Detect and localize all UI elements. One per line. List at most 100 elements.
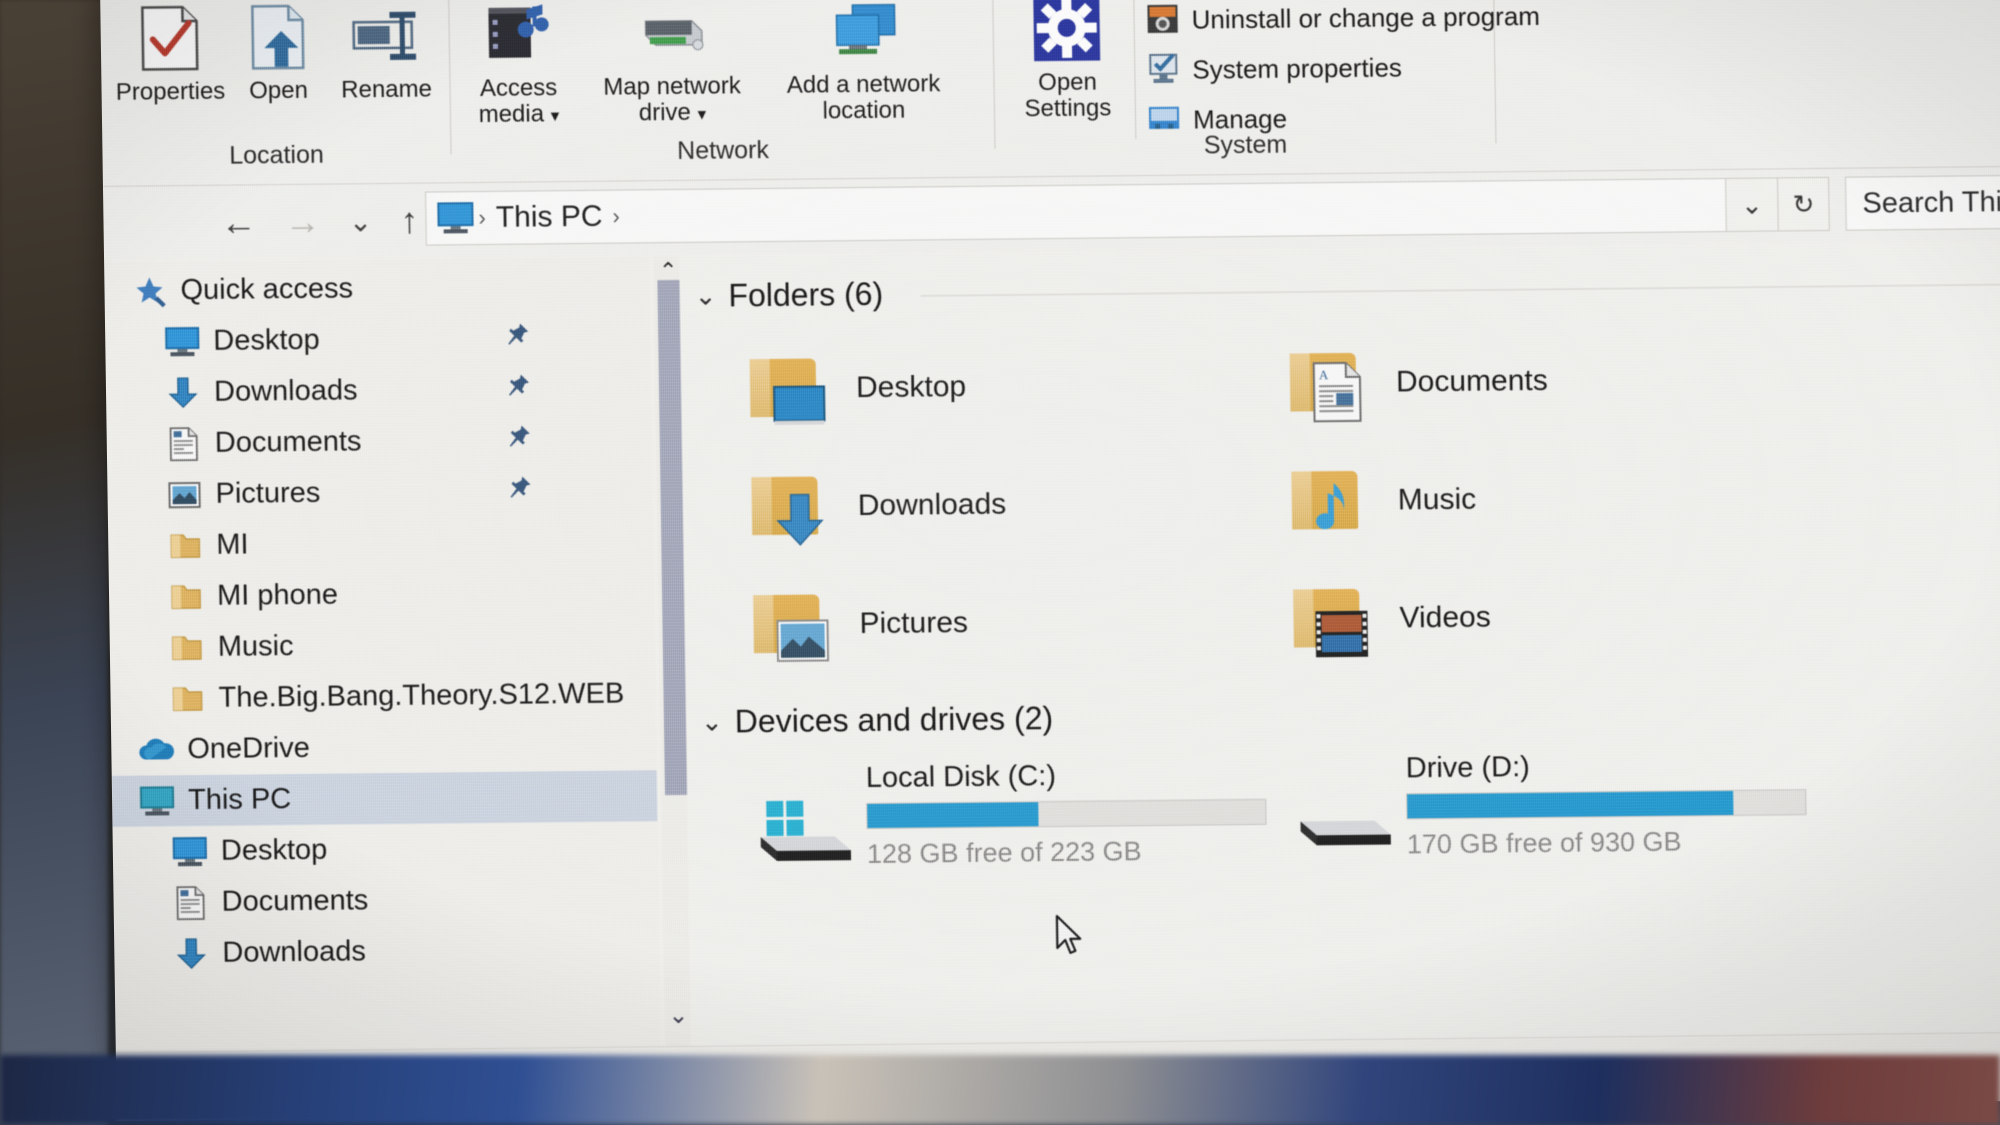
sidebar-item-label: MI — [216, 528, 249, 561]
open-settings-button-label-1: Open — [1037, 68, 1098, 97]
system-properties-icon — [1146, 51, 1181, 90]
folder-icon — [168, 628, 207, 666]
this-pc-icon — [436, 201, 475, 235]
folder-tile-pictures-label: Pictures — [859, 605, 969, 641]
uninstall-program-label: Uninstall or change a program — [1191, 0, 1541, 35]
drive-c-name: Local Disk (C:) — [865, 760, 1057, 795]
add-network-location-icon — [767, 0, 958, 69]
scroll-down-button[interactable]: ⌄ — [663, 1000, 693, 1030]
rename-button[interactable]: Rename — [330, 0, 442, 103]
breadcrumb-item-this-pc[interactable]: This PC — [496, 200, 603, 235]
pin-icon[interactable] — [506, 424, 532, 457]
breadcrumb-separator-0: › — [478, 204, 486, 231]
sidebar-item-desktop[interactable]: Desktop — [112, 821, 658, 878]
sidebar-item-pictures[interactable]: Pictures — [107, 464, 653, 521]
sidebar-item-quick-access[interactable]: Quick access — [104, 260, 650, 317]
drive-c-usage-bar — [866, 798, 1267, 830]
rename-icon — [330, 0, 441, 74]
breadcrumb[interactable]: › This PC › — [425, 177, 1806, 246]
drive-d-free-text: 170 GB free of 930 GB — [1406, 826, 1682, 860]
map-network-drive-button-label-1: Map network — [603, 72, 741, 101]
access-media-button[interactable]: Access media ▾ — [457, 0, 579, 128]
refresh-button[interactable]: ↻ — [1777, 176, 1830, 232]
sidebar-item-documents[interactable]: Documents — [106, 413, 652, 470]
open-settings-button[interactable]: Open Settings — [1007, 0, 1127, 122]
folder-tile-downloads[interactable]: Downloads — [743, 461, 1007, 552]
ribbon-separator-system-inner — [1133, 0, 1137, 140]
folder-tile-music-label: Music — [1397, 482, 1477, 517]
properties-icon — [114, 1, 225, 76]
drive-tile-drive-d[interactable]: Drive (D:) 170 GB free of 930 GB — [1288, 748, 1808, 861]
devices-collapse-icon[interactable]: ⌄ — [701, 707, 723, 738]
sidebar-item-downloads[interactable]: Downloads — [114, 923, 660, 980]
folder-pictures-icon — [745, 580, 834, 669]
folder-tile-documents-label: Documents — [1395, 363, 1548, 399]
address-dropdown-button[interactable]: ⌄ — [1725, 177, 1778, 232]
open-settings-button-label-2: Settings — [1024, 94, 1112, 123]
pin-icon[interactable] — [505, 373, 531, 406]
search-input[interactable]: Search This PC — [1845, 173, 2000, 231]
access-media-icon — [457, 0, 578, 72]
sidebar-item-the-big-bang-theory-s12-web[interactable]: The.Big.Bang.Theory.S12.WEB — [110, 668, 656, 725]
section-header-folders[interactable]: ⌄ Folders (6) — [694, 276, 883, 315]
navigation-pane: Quick access Desktop Downloads Documents Pic… — [104, 256, 661, 1052]
folders-collapse-icon[interactable]: ⌄ — [694, 281, 716, 312]
folder-tile-desktop-label: Desktop — [855, 369, 967, 405]
ribbon: Properties Open Rename Location Access m… — [100, 0, 2000, 187]
pin-icon[interactable] — [506, 474, 532, 507]
properties-button[interactable]: Properties — [114, 1, 226, 106]
sidebar-item-mi[interactable]: MI — [108, 515, 654, 572]
system-properties-menu-item[interactable]: System properties — [1146, 48, 1402, 90]
system-properties-label: System properties — [1192, 52, 1403, 85]
folder-music-icon — [1283, 457, 1372, 546]
ribbon-group-network-label: Network — [676, 136, 770, 165]
sidebar-item-label: Music — [217, 630, 294, 663]
breadcrumb-separator-1[interactable]: › — [612, 204, 620, 230]
downloads-icon — [172, 934, 211, 972]
ribbon-group-location: Properties Open Rename Location — [100, 0, 451, 186]
sidebar-item-label: MI phone — [216, 578, 339, 612]
folder-documents-icon: A — [1281, 339, 1370, 428]
section-header-devices[interactable]: ⌄ Devices and drives (2) — [701, 700, 1054, 741]
folder-tile-documents[interactable]: A Documents — [1281, 337, 1548, 428]
rename-button-label: Rename — [341, 75, 433, 104]
svg-text:A: A — [1319, 367, 1329, 382]
drive-d-name: Drive (D:) — [1405, 751, 1531, 785]
documents-icon — [171, 883, 210, 921]
sidebar-item-mi-phone[interactable]: MI phone — [109, 566, 655, 623]
pin-icon[interactable] — [504, 322, 530, 355]
sidebar-item-label: Downloads — [222, 935, 367, 969]
folder-tile-desktop[interactable]: Desktop — [741, 343, 966, 433]
sidebar-item-onedrive[interactable]: OneDrive — [111, 719, 657, 776]
uninstall-program-icon — [1145, 1, 1180, 40]
sidebar-item-documents[interactable]: Documents — [113, 872, 659, 929]
sidebar-item-this-pc[interactable]: This PC — [111, 770, 658, 827]
drive-tile-local-disk-c[interactable]: Local Disk (C:) 128 GB free of 223 GB — [748, 758, 1268, 871]
ribbon-group-system-label: System — [1203, 130, 1288, 160]
photo-background: Properties Open Rename Location Access m… — [0, 0, 2000, 1125]
add-network-location-button-label-2: location — [822, 96, 906, 125]
mouse-cursor — [1055, 914, 1082, 954]
uninstall-program-menu-item[interactable]: Uninstall or change a program — [1145, 0, 1540, 40]
sidebar-item-label: Desktop — [220, 833, 328, 867]
folder-tile-downloads-label: Downloads — [857, 487, 1007, 523]
folder-tile-pictures[interactable]: Pictures — [745, 579, 969, 669]
folder-tile-videos[interactable]: Videos — [1285, 573, 1491, 663]
map-network-drive-button[interactable]: Map network drive ▾ — [583, 0, 760, 127]
recent-locations-chevron-icon[interactable]: ⌄ — [337, 198, 384, 244]
map-network-drive-button-label-2: drive — [638, 98, 692, 127]
access-media-button-label-1: Access — [479, 74, 558, 103]
add-network-location-button[interactable]: Add a network location — [767, 0, 959, 125]
sidebar-item-music[interactable]: Music — [109, 617, 655, 674]
onedrive-cloud-icon — [137, 731, 176, 769]
folders-section-rule — [920, 284, 2000, 297]
forward-arrow-icon[interactable]: → — [279, 199, 326, 245]
sidebar-item-downloads[interactable]: Downloads — [106, 362, 652, 419]
windows-drive-icon — [746, 796, 857, 872]
photo-left-dark-area — [0, 0, 108, 1125]
back-arrow-icon[interactable]: ← — [215, 199, 262, 245]
folder-tile-music[interactable]: Music — [1283, 456, 1477, 546]
sidebar-item-desktop[interactable]: Desktop — [105, 311, 651, 368]
open-button[interactable]: Open — [222, 0, 334, 105]
drive-d-usage-bar — [1406, 789, 1807, 820]
